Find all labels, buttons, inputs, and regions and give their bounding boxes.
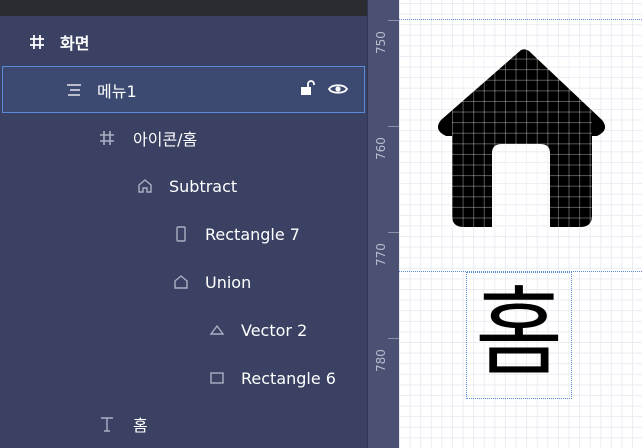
layer-row-rectangle6[interactable]: Rectangle 6 xyxy=(0,354,367,402)
layer-row-union[interactable]: Union xyxy=(0,258,367,306)
layer-label: Union xyxy=(205,272,252,292)
panel-header-bar xyxy=(0,0,367,16)
home-icon[interactable] xyxy=(434,48,609,228)
layers-panel: 화면 메뉴1 아이콘/홈 Subtract Rectangle 7 Union … xyxy=(0,0,367,448)
ruler-tick xyxy=(388,232,399,233)
layer-row-subtract[interactable]: Subtract xyxy=(0,162,367,210)
layer-label: Vector 2 xyxy=(241,320,308,340)
design-canvas[interactable]: 홈 xyxy=(399,0,642,448)
house-outline-icon xyxy=(134,175,156,197)
ruler-label: 750 xyxy=(374,31,388,54)
rectangle-icon xyxy=(206,367,228,389)
layer-label: 홈 xyxy=(133,416,148,435)
pentagon-icon xyxy=(170,271,192,293)
layer-label: 화면 xyxy=(60,34,90,53)
layer-label: Rectangle 6 xyxy=(241,368,336,388)
layer-row-icon-home[interactable]: 아이콘/홈 xyxy=(0,114,367,162)
layer-label: Rectangle 7 xyxy=(205,224,300,244)
layer-label: 아이콘/홈 xyxy=(133,130,198,149)
layer-row-screen[interactable]: 화면 xyxy=(0,18,367,66)
layer-row-actions xyxy=(300,67,349,113)
frame-hash-icon xyxy=(96,127,118,149)
layer-label: 메뉴1 xyxy=(97,81,137,101)
eye-icon[interactable] xyxy=(327,81,349,100)
ruler-tick xyxy=(388,126,399,127)
frame-guide-line xyxy=(399,19,642,20)
ruler-label: 780 xyxy=(374,349,388,372)
unlock-icon[interactable] xyxy=(300,79,316,101)
auto-layout-icon xyxy=(63,79,85,101)
frame-hash-icon xyxy=(26,31,48,53)
canvas-text-home[interactable]: 홈 xyxy=(469,268,569,398)
ruler-label: 760 xyxy=(374,137,388,160)
ruler-label: 770 xyxy=(374,243,388,266)
layer-row-text-home[interactable]: 홈 xyxy=(0,400,367,448)
ruler-tick xyxy=(388,338,399,339)
layer-row-rectangle7[interactable]: Rectangle 7 xyxy=(0,210,367,258)
vertical-ruler: 750 760 770 780 xyxy=(367,0,399,448)
ruler-tick xyxy=(388,20,399,21)
text-icon xyxy=(96,413,118,435)
triangle-icon xyxy=(206,319,228,341)
layer-label: Subtract xyxy=(169,176,238,196)
layer-row-vector2[interactable]: Vector 2 xyxy=(0,306,367,354)
rectangle-vertical-icon xyxy=(170,223,192,245)
layer-row-menu1[interactable]: 메뉴1 xyxy=(2,66,365,113)
design-app: 화면 메뉴1 아이콘/홈 Subtract Rectangle 7 Union … xyxy=(0,0,642,448)
